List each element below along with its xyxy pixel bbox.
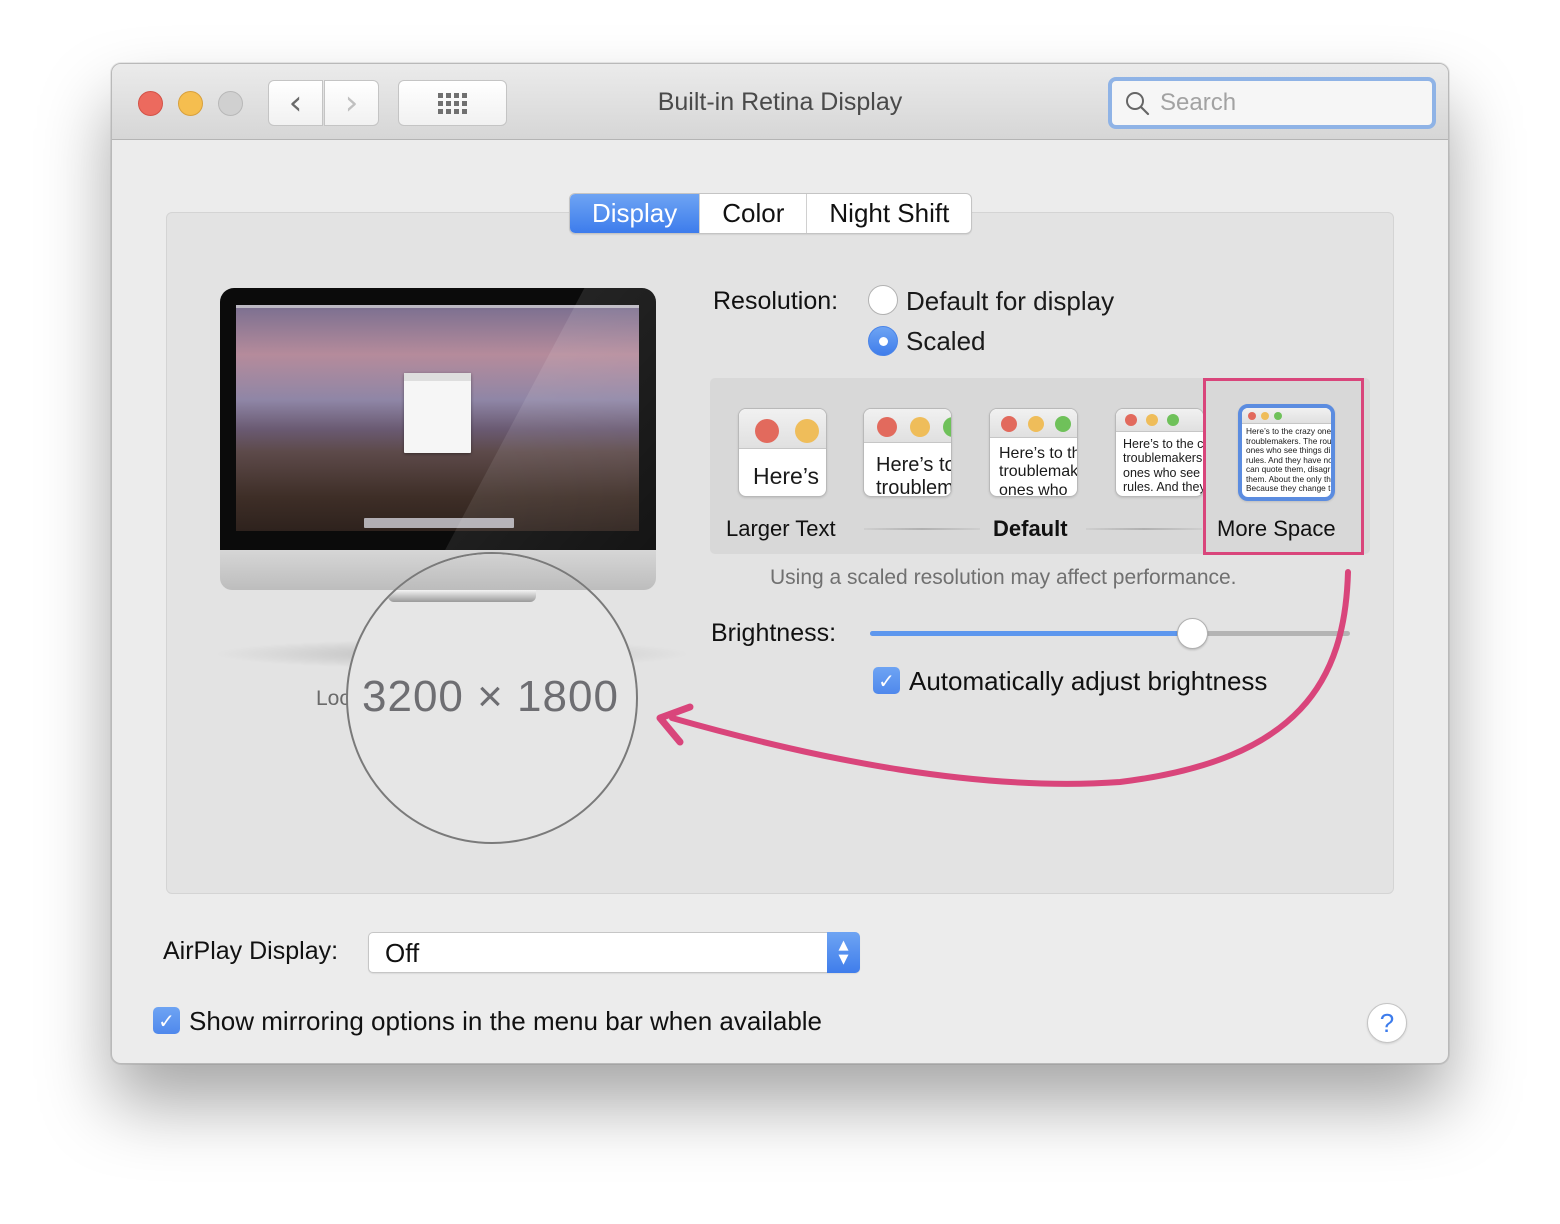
sample-text: Here’s to troublem (876, 454, 952, 497)
minimize-dot-icon (1146, 414, 1158, 426)
tab-night-shift[interactable]: Night Shift (806, 194, 971, 233)
close-dot-icon (1001, 416, 1017, 432)
show-mirroring-checkbox[interactable]: ✓ (153, 1007, 180, 1034)
scale-divider-left (864, 528, 980, 530)
close-dot-icon (877, 417, 897, 437)
tab-color[interactable]: Color (699, 194, 806, 233)
magnified-stand (388, 590, 536, 602)
brightness-label: Brightness: (711, 619, 837, 647)
scale-option-default[interactable]: Here’s to th troublemak ones who (989, 408, 1078, 497)
close-dot-icon (755, 419, 779, 443)
dock-preview (364, 518, 514, 528)
minimize-dot-icon (1028, 416, 1044, 432)
help-button[interactable]: ? (1367, 1003, 1407, 1043)
sample-text: Here’s to th troublemak ones who (999, 445, 1078, 497)
magnifier-callout: 3200 × 1800 (346, 552, 638, 844)
chevron-down-icon: ▼ (838, 951, 849, 967)
question-mark-icon: ? (1379, 1007, 1395, 1038)
effective-resolution: 3200 × 1800 (362, 672, 619, 721)
auto-brightness-checkbox[interactable]: ✓ (873, 667, 900, 694)
scale-divider-right (1086, 528, 1202, 530)
magnified-chin (348, 554, 636, 590)
caption-larger-text: Larger Text (726, 516, 836, 541)
airplay-display-select[interactable]: Off ▲ ▼ (368, 932, 860, 973)
tab-bar: Display Color Night Shift (569, 193, 973, 234)
menu-bar-preview (236, 305, 639, 308)
brightness-slider[interactable] (870, 618, 1350, 649)
sample-text: Here’s (753, 463, 820, 489)
zoom-dot-icon (1167, 414, 1179, 426)
zoom-dot-icon (1055, 416, 1071, 432)
performance-note: Using a scaled resolution may affect per… (770, 566, 1237, 589)
search-field[interactable] (1108, 77, 1436, 129)
brightness-slider-knob[interactable] (1176, 618, 1208, 649)
chevron-up-icon: ▲ (838, 937, 849, 953)
airplay-label: AirPlay Display: (163, 937, 339, 965)
scale-option-larger-text[interactable]: Here’s (738, 408, 827, 497)
scale-option-2[interactable]: Here’s to troublem (863, 408, 952, 497)
imac-bezel (220, 288, 656, 550)
checkmark-icon: ✓ (158, 1008, 175, 1033)
sample-text: Here’s to the c troublemakers ones who s… (1123, 437, 1204, 495)
checkmark-icon: ✓ (878, 668, 895, 693)
annotation-highlight-box (1203, 378, 1364, 555)
scale-option-4[interactable]: Here’s to the c troublemakers ones who s… (1115, 408, 1204, 497)
radio-scaled[interactable] (868, 326, 898, 356)
search-input[interactable] (1160, 89, 1420, 117)
desktop-wallpaper-preview (236, 305, 639, 531)
caption-default: Default (993, 516, 1068, 541)
display-preferences-window: ‹ › Built-in Retina Display Display Colo… (111, 63, 1449, 1064)
radio-default-for-display[interactable] (868, 285, 898, 315)
auto-brightness-label[interactable]: Automatically adjust brightness (909, 666, 1267, 697)
search-icon (1126, 92, 1150, 116)
tab-display[interactable]: Display (570, 194, 700, 233)
radio-scaled-label[interactable]: Scaled (906, 326, 986, 357)
brightness-slider-fill (870, 631, 1192, 636)
airplay-selected-value: Off (385, 938, 420, 968)
document-window-preview (404, 373, 471, 453)
close-dot-icon (1125, 414, 1137, 426)
select-arrows-icon: ▲ ▼ (827, 932, 860, 973)
resolution-label: Resolution: (713, 287, 839, 315)
show-mirroring-label[interactable]: Show mirroring options in the menu bar w… (189, 1006, 822, 1037)
radio-default-label[interactable]: Default for display (906, 286, 1114, 317)
minimize-dot-icon (795, 419, 819, 443)
display-preview (220, 288, 656, 590)
minimize-dot-icon (910, 417, 930, 437)
title-bar: ‹ › Built-in Retina Display (112, 64, 1448, 140)
